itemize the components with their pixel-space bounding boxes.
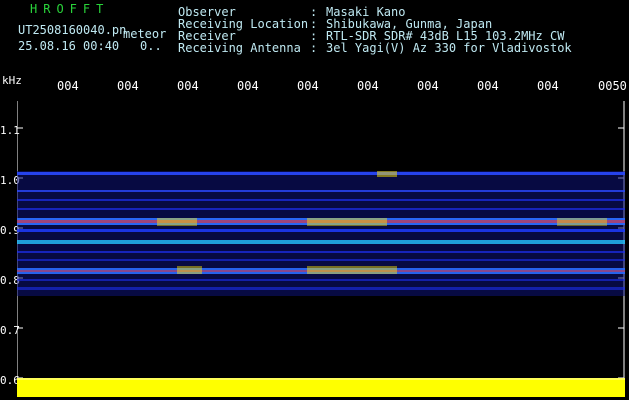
filename-label: UT2508160040.pn [18,23,127,37]
x-tick-label: 004 [177,79,199,93]
x-tick-label: 004 [417,79,439,93]
x-tick-label: 004 [237,79,259,93]
antenna-value: 3el Yagi(V) Az 330 for Vladivostok [326,41,572,55]
waterfall-spectrogram [17,101,625,397]
noise-band [17,171,625,296]
antenna-sep: : [310,41,318,55]
baseline-edge [17,378,625,380]
count-label: 0.. [140,39,162,53]
header-area: HROFFT UT2508160040.pn meteor 25.08.16 0… [0,0,629,75]
x-tick-label: 004 [537,79,559,93]
antenna-label: Receiving Antenna [178,41,301,55]
x-tick-label: 004 [117,79,139,93]
x-tick-label: 004 [477,79,499,93]
x-tick-label: 004 [57,79,79,93]
baseline-signal [17,378,625,397]
logo-text: HROFFT [30,2,110,16]
x-tick-label: 004 [357,79,379,93]
x-tick-label: 0050 [598,79,627,93]
datetime-label: 25.08.16 00:40 [18,39,120,53]
y-unit-label: kHz [2,74,22,87]
x-tick-label: 004 [297,79,319,93]
